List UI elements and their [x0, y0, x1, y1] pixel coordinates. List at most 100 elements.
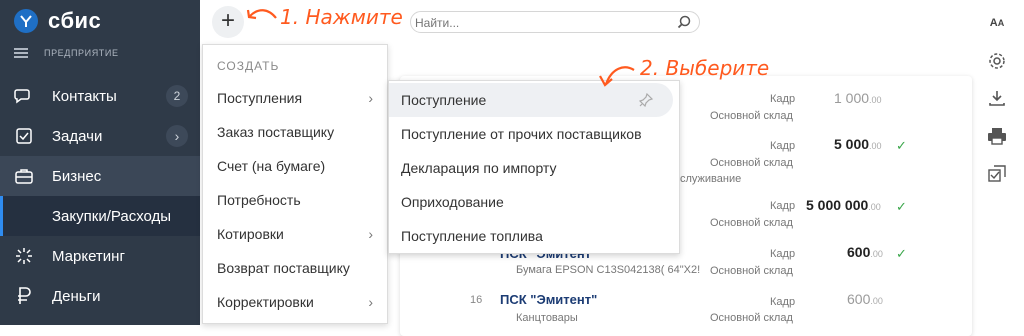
- tasks-icon: [14, 126, 34, 146]
- menu-item-label: Корректировки: [217, 294, 314, 310]
- submenu-item-other-suppliers[interactable]: Поступление от прочих поставщиков: [389, 117, 679, 151]
- row-warehouse: Основной склад: [710, 157, 793, 169]
- sidebar-item-label: Закупки/Расходы: [52, 207, 172, 225]
- money-icon: [14, 286, 34, 306]
- submenu-item-label: Декларация по импорту: [401, 160, 557, 176]
- menu-item-label: Заказ поставщику: [217, 124, 335, 140]
- submenu-item-import-declaration[interactable]: Декларация по импорту: [389, 151, 679, 185]
- row-amount[interactable]: 600.00: [847, 244, 883, 260]
- sidebar-item-marketing[interactable]: Маркетинг: [0, 236, 200, 276]
- download-icon[interactable]: [986, 87, 1008, 109]
- row-warehouse: Основной склад: [710, 265, 793, 277]
- menu-item-receipts[interactable]: Поступления ›: [203, 81, 387, 115]
- print-icon[interactable]: [986, 125, 1008, 147]
- amount-value: 600: [847, 244, 871, 260]
- logo-icon: [14, 9, 38, 33]
- sidebar-item-label: Контакты: [52, 87, 117, 105]
- menu-item-label: Поступления: [217, 90, 303, 106]
- font-size-icon[interactable]: AA: [986, 12, 1008, 34]
- menu-item-demand[interactable]: Потребность: [203, 183, 387, 217]
- row-description: Канцтовары: [516, 312, 578, 324]
- logo-text: сбис: [48, 8, 102, 33]
- row-description: Бумага EPSON C13S042138( 64"X2!: [516, 264, 701, 276]
- create-menu: СОЗДАТЬ Поступления › Заказ поставщику С…: [202, 44, 388, 324]
- row-amount[interactable]: 5 000.00: [834, 136, 882, 152]
- paid-check-icon: ✓: [896, 199, 907, 214]
- search-input[interactable]: [413, 14, 667, 32]
- sidebar-item-contacts[interactable]: Контакты 2: [0, 76, 200, 116]
- sidebar-item-money[interactable]: Деньги: [0, 276, 200, 316]
- menu-item-paper-invoice[interactable]: Счет (на бумаге): [203, 149, 387, 183]
- amount-value: 1 000: [834, 90, 870, 106]
- chevron-right-icon[interactable]: ›: [166, 125, 188, 147]
- menu-item-supplier-order[interactable]: Заказ поставщику: [203, 115, 387, 149]
- submenu-item-label: Поступление от прочих поставщиков: [401, 126, 642, 142]
- chevron-right-icon: ›: [368, 294, 373, 310]
- row-amount[interactable]: 5 000 000.00: [806, 197, 881, 213]
- row-amount[interactable]: 1 000.00: [834, 90, 882, 106]
- row-role: Кадр: [770, 296, 796, 308]
- menu-item-supplier-return[interactable]: Возврат поставщику: [203, 251, 387, 285]
- annotation-step1: 1. Нажмите: [280, 5, 403, 29]
- sidebar-item-label: Задачи: [52, 127, 103, 145]
- mark-items-icon[interactable]: [986, 163, 1008, 185]
- menu-item-label: Счет (на бумаге): [217, 158, 326, 174]
- amount-cents: .00: [868, 202, 881, 212]
- amount-cents: .00: [870, 249, 883, 259]
- receipts-submenu: Поступление Поступление от прочих постав…: [388, 80, 680, 254]
- amount-value: 600: [847, 291, 871, 307]
- search-icon[interactable]: [677, 15, 691, 32]
- gear-icon[interactable]: [986, 50, 1008, 72]
- annotation-step2: 2. Выберите: [640, 56, 770, 80]
- org-label: ПРЕДПРИЯТИЕ: [44, 48, 119, 58]
- row-warehouse: Основной склад: [710, 110, 793, 122]
- sidebar-item-label: Маркетинг: [52, 247, 125, 265]
- menu-item-corrections[interactable]: Корректировки ›: [203, 285, 387, 319]
- pin-icon[interactable]: [638, 92, 654, 110]
- active-indicator: [0, 196, 3, 236]
- search-field[interactable]: [410, 11, 700, 33]
- chevron-right-icon: ›: [368, 90, 373, 106]
- arrow-annotation-2: [599, 66, 635, 87]
- row-organization[interactable]: ПСК "Эмитент": [500, 292, 597, 307]
- submenu-item-capitalization[interactable]: Оприходование: [389, 185, 679, 219]
- create-button[interactable]: +: [212, 6, 244, 38]
- row-warehouse: Основной склад: [710, 217, 793, 229]
- chevron-right-icon: ›: [368, 226, 373, 242]
- menu-icon[interactable]: [14, 48, 28, 58]
- amount-cents: .00: [869, 141, 882, 151]
- submenu-item-fuel-receipt[interactable]: Поступление топлива: [389, 219, 679, 253]
- contacts-count-badge: 2: [166, 85, 188, 107]
- contacts-icon: [14, 86, 34, 106]
- business-icon: [14, 166, 34, 186]
- menu-item-quotes[interactable]: Котировки ›: [203, 217, 387, 251]
- sidebar-item-business[interactable]: Бизнес: [0, 156, 200, 196]
- paid-check-icon: ✓: [896, 138, 907, 153]
- marketing-icon: [14, 246, 34, 266]
- submenu-item-label: Оприходование: [401, 194, 504, 210]
- org-switcher[interactable]: ПРЕДПРИЯТИЕ: [14, 48, 119, 58]
- menu-header: СОЗДАТЬ: [217, 59, 280, 73]
- sidebar: сбис ПРЕДПРИЯТИЕ Контакты 2 Задачи › Биз…: [0, 0, 200, 325]
- menu-item-label: Возврат поставщику: [217, 260, 350, 276]
- row-role: Кадр: [770, 248, 796, 260]
- amount-value: 5 000 000: [806, 197, 869, 213]
- row-amount[interactable]: 600.00: [847, 291, 883, 307]
- amount-cents: .00: [869, 95, 882, 105]
- logo[interactable]: сбис: [14, 6, 101, 36]
- amount-value: 5 000: [834, 136, 870, 152]
- submenu-item-label: Поступление топлива: [401, 228, 543, 244]
- sidebar-item-tasks[interactable]: Задачи ›: [0, 116, 200, 156]
- submenu-item-label: Поступление: [401, 92, 487, 108]
- row-note: служивание: [680, 173, 742, 185]
- row-number: 16: [470, 294, 483, 306]
- sidebar-item-purchases[interactable]: Закупки/Расходы: [0, 196, 200, 236]
- sidebar-item-label: Бизнес: [52, 167, 102, 185]
- row-warehouse: Основной склад: [710, 312, 793, 324]
- row-role: Кадр: [770, 200, 796, 212]
- arrow-annotation-1: [246, 9, 277, 20]
- sidebar-item-label: Деньги: [52, 287, 101, 305]
- menu-item-label: Потребность: [217, 192, 301, 208]
- paid-check-icon: ✓: [896, 246, 907, 261]
- row-role: Кадр: [770, 93, 796, 105]
